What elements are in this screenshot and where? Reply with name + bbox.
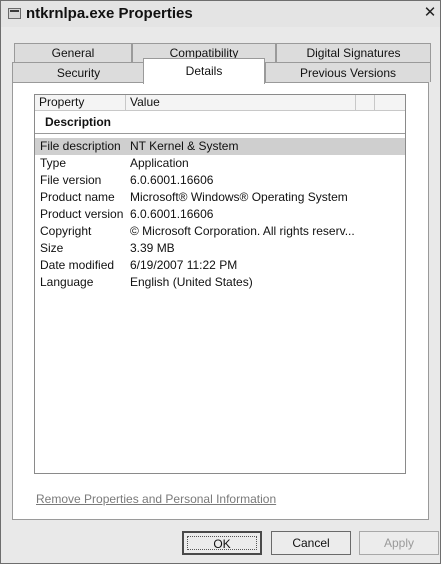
window-title: ntkrnlpa.exe Properties (26, 5, 193, 22)
property-name: Product version (40, 207, 124, 221)
property-name: Language (40, 275, 94, 289)
column-header-blank[interactable] (356, 95, 375, 110)
tab-label: Security (56, 66, 101, 80)
tab-label: Digital Signatures (306, 46, 401, 60)
tab-general[interactable]: General (14, 43, 132, 62)
list-item[interactable]: Product version 6.0.6001.16606 (35, 206, 405, 223)
list-header: Property Value (35, 95, 405, 111)
close-icon[interactable]: ✕ (420, 3, 440, 23)
window-icon (8, 8, 21, 19)
property-value: Application (130, 156, 189, 170)
tab-strip: General Compatibility Digital Signatures… (11, 43, 431, 84)
group-title: Description (45, 115, 112, 129)
group-divider (35, 133, 405, 134)
tab-details[interactable]: Details (143, 58, 265, 84)
property-name: Copyright (40, 224, 92, 238)
tab-label: General (51, 46, 95, 60)
property-value: 6/19/2007 11:22 PM (130, 258, 238, 272)
property-value: © Microsoft Corporation. All rights rese… (130, 224, 355, 238)
list-item[interactable]: Date modified 6/19/2007 11:22 PM (35, 257, 405, 274)
tab-security[interactable]: Security (12, 62, 145, 82)
list-item[interactable]: Size 3.39 MB (35, 240, 405, 257)
tab-digital-signatures[interactable]: Digital Signatures (276, 43, 431, 62)
title-bar[interactable]: ntkrnlpa.exe Properties ✕ (1, 1, 440, 27)
details-list[interactable]: Property Value Description File descript… (34, 94, 406, 474)
property-name: File description (40, 139, 121, 153)
details-panel: Property Value Description File descript… (12, 82, 429, 520)
tab-previous-versions[interactable]: Previous Versions (265, 62, 431, 82)
cancel-button[interactable]: Cancel (271, 531, 351, 555)
tab-label: Previous Versions (299, 66, 397, 80)
property-name: File version (40, 173, 102, 187)
list-item[interactable]: File description NT Kernel & System (35, 138, 405, 155)
list-item[interactable]: File version 6.0.6001.16606 (35, 172, 405, 189)
property-value: 6.0.6001.16606 (130, 207, 214, 221)
apply-button[interactable]: Apply (359, 531, 439, 555)
property-value: 6.0.6001.16606 (130, 173, 214, 187)
property-value: Microsoft® Windows® Operating System (130, 190, 348, 204)
property-value: NT Kernel & System (130, 139, 239, 153)
column-header-value[interactable]: Value (126, 95, 356, 110)
properties-window: ntkrnlpa.exe Properties ✕ General Compat… (0, 0, 441, 564)
property-value: English (United States) (130, 275, 253, 289)
property-name: Size (40, 241, 64, 255)
list-item[interactable]: Type Application (35, 155, 405, 172)
property-name: Date modified (40, 258, 115, 272)
property-name: Product name (40, 190, 115, 204)
list-item[interactable]: Language English (United States) (35, 274, 405, 291)
tab-label: Details (185, 64, 223, 78)
property-value: 3.39 MB (130, 241, 175, 255)
property-name: Type (40, 156, 67, 170)
remove-properties-link[interactable]: Remove Properties and Personal Informati… (36, 492, 276, 506)
ok-button[interactable]: OK (182, 531, 262, 555)
focus-rect (187, 536, 257, 550)
column-header-property[interactable]: Property (35, 95, 126, 110)
property-rows: File description NT Kernel & System Type… (35, 138, 405, 291)
list-item[interactable]: Copyright © Microsoft Corporation. All r… (35, 223, 405, 240)
list-item[interactable]: Product name Microsoft® Windows® Operati… (35, 189, 405, 206)
